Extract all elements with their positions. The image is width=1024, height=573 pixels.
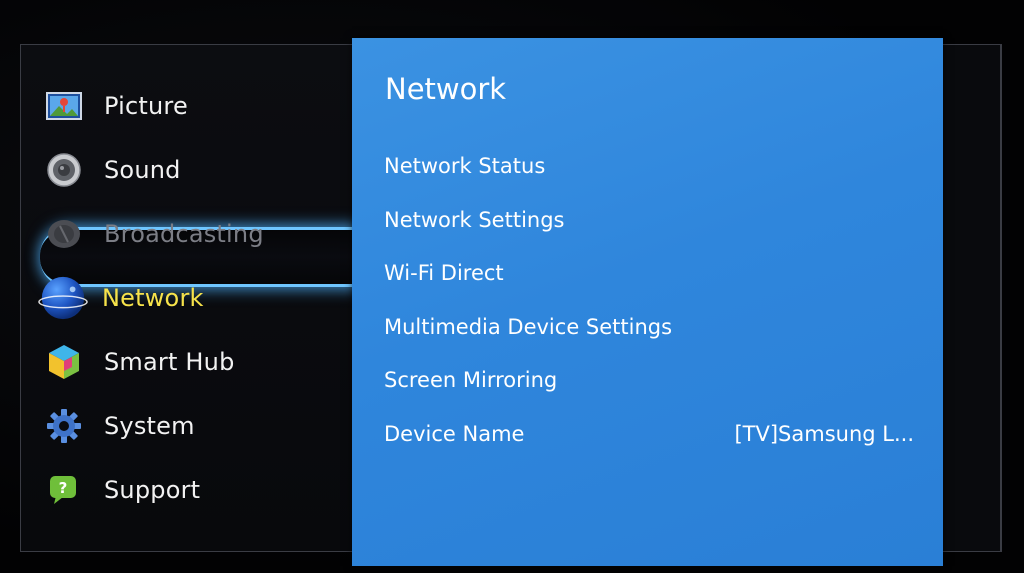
sidebar-item-system[interactable]: System [20,394,354,458]
svg-text:?: ? [59,479,68,497]
menu-item-label: Network Settings [384,208,565,232]
menu-item-multimedia-device-settings[interactable]: Multimedia Device Settings [384,307,914,347]
satellite-dish-icon [44,214,84,254]
gear-icon [44,406,84,446]
sidebar-item-label: Broadcasting [104,220,264,248]
menu-item-label: Device Name [384,422,525,446]
menu-item-network-status[interactable]: Network Status [384,146,914,186]
device-name-value: [TV]Samsung L... [734,422,914,446]
sidebar-item-label: Picture [104,92,188,120]
sidebar-item-label: System [104,412,195,440]
sidebar-item-smart-hub[interactable]: Smart Hub [20,330,354,394]
menu-item-device-name[interactable]: Device Name [TV]Samsung L... [384,414,914,454]
sidebar-item-broadcasting: Broadcasting [20,202,354,266]
sidebar-item-label: Support [104,476,201,504]
menu-item-wifi-direct[interactable]: Wi-Fi Direct [384,253,914,293]
network-submenu-panel: Network Network Status Network Settings … [352,38,943,566]
sidebar-item-sound[interactable]: Sound [20,138,354,202]
sidebar-item-support[interactable]: ? Support [20,458,354,522]
globe-icon [38,273,88,323]
menu-frame-right-edge [943,44,1001,552]
smart-hub-cube-icon [44,342,84,382]
menu-item-label: Screen Mirroring [384,368,558,392]
menu-item-label: Wi-Fi Direct [384,261,504,285]
menu-item-screen-mirroring[interactable]: Screen Mirroring [384,360,914,400]
menu-item-label: Network Status [384,154,546,178]
sidebar-item-label: Smart Hub [104,348,235,376]
sidebar-item-network[interactable]: Network [20,268,354,328]
menu-item-network-settings[interactable]: Network Settings [384,200,914,240]
sidebar-item-label: Network [102,284,204,312]
sidebar-item-label: Sound [104,156,181,184]
help-bubble-icon: ? [44,470,84,510]
sidebar-item-picture[interactable]: Picture [20,74,354,138]
panel-title: Network [385,72,507,106]
speaker-icon [44,150,84,190]
sidebar-menu: Picture Sound Broadcasting Network Smart… [20,44,354,552]
tv-settings-screen: Picture Sound Broadcasting Network Smart… [0,0,1024,573]
menu-item-label: Multimedia Device Settings [384,315,673,339]
picture-icon [44,86,84,126]
